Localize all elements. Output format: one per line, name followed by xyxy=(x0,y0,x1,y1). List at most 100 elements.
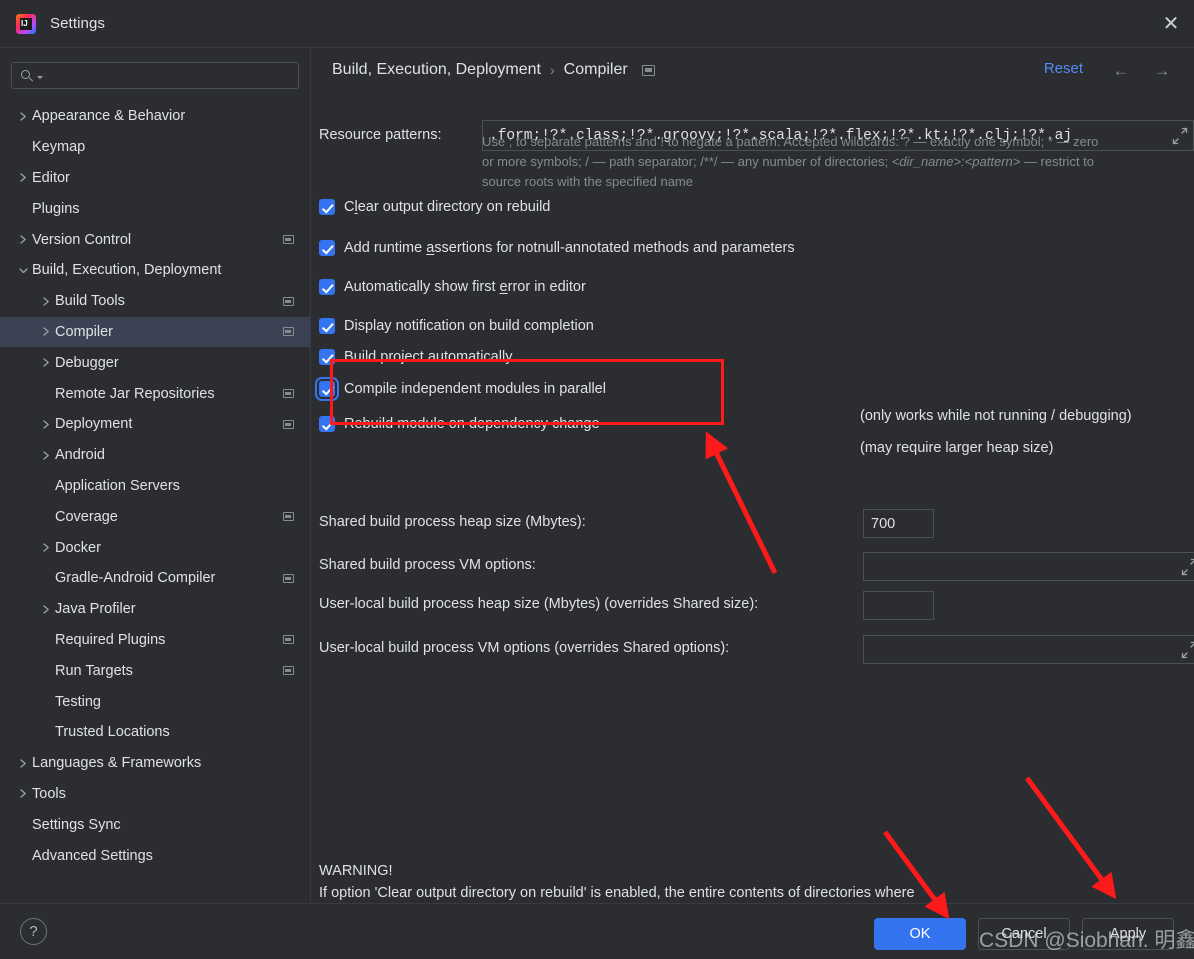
close-icon[interactable]: ✕ xyxy=(1148,0,1194,47)
sidebar-item-debugger[interactable]: Debugger xyxy=(0,347,310,378)
field-input[interactable] xyxy=(863,509,934,538)
checkbox-row[interactable]: Compile independent modules in parallel xyxy=(319,381,606,397)
search-icon xyxy=(21,69,35,83)
checkbox-row[interactable]: Add runtime assertions for notnull-annot… xyxy=(319,240,795,256)
checkbox-2[interactable] xyxy=(319,240,335,256)
sidebar-item-label: Languages & Frameworks xyxy=(32,755,202,772)
sidebar-item-label: Build, Execution, Deployment xyxy=(32,262,222,279)
breadcrumb-root[interactable]: Build, Execution, Deployment xyxy=(332,61,541,79)
chevron-right-icon[interactable] xyxy=(15,788,32,799)
chevron-right-icon[interactable] xyxy=(15,758,32,769)
sidebar-item-label: Build Tools xyxy=(55,293,125,310)
checkbox-label: Rebuild module on dependency change xyxy=(344,416,600,432)
sidebar-item-appearance-behavior[interactable]: Appearance & Behavior xyxy=(0,101,310,132)
sidebar-item-label: Application Servers xyxy=(55,477,180,494)
checkbox-row[interactable]: Rebuild module on dependency change xyxy=(319,416,600,432)
sidebar-item-version-control[interactable]: Version Control xyxy=(0,224,310,255)
hint-line-2c: — restrict to xyxy=(1020,154,1095,169)
sidebar-item-required-plugins[interactable]: Required Plugins xyxy=(0,625,310,656)
checkbox-3[interactable] xyxy=(319,279,335,295)
chevron-down-icon[interactable] xyxy=(15,266,32,275)
chevron-right-icon[interactable] xyxy=(38,326,55,337)
sidebar-item-tools[interactable]: Tools xyxy=(0,779,310,810)
sidebar-item-advanced-settings[interactable]: Advanced Settings xyxy=(0,840,310,871)
sidebar-item-languages-frameworks[interactable]: Languages & Frameworks xyxy=(0,748,310,779)
checkbox-7[interactable] xyxy=(319,416,335,432)
expand-editor-icon[interactable] xyxy=(1178,639,1194,661)
sidebar-item-build-execution-deployment[interactable]: Build, Execution, Deployment xyxy=(0,255,310,286)
note-only-works: (only works while not running / debuggin… xyxy=(860,408,1132,424)
expand-editor-icon[interactable] xyxy=(1178,556,1194,578)
settings-main-panel: Build, Execution, Deployment › Compiler … xyxy=(312,48,1194,903)
sidebar-item-label: Appearance & Behavior xyxy=(32,108,186,125)
chevron-right-icon[interactable] xyxy=(15,172,32,183)
sidebar-item-build-tools[interactable]: Build Tools xyxy=(0,286,310,317)
checkbox-row[interactable]: Clear output directory on rebuild xyxy=(319,199,550,215)
sidebar-item-label: Keymap xyxy=(32,139,86,156)
arrow-left-icon[interactable]: ← xyxy=(1109,61,1133,81)
field-input-wide[interactable] xyxy=(863,635,1194,664)
settings-dialog: IJ Settings ✕ Appearance & Behavior Keyma… xyxy=(0,0,1194,959)
reset-link[interactable]: Reset xyxy=(1044,60,1083,77)
compiler-settings-content: Resource patterns: Use ; to separate xyxy=(312,92,1194,903)
field-input-wide[interactable] xyxy=(863,552,1194,581)
resource-patterns-hint: Use ; to separate patterns and ! to nega… xyxy=(482,132,1194,192)
sidebar-item-label: Settings Sync xyxy=(32,816,121,833)
field-label: User-local build process heap size (Mbyt… xyxy=(319,596,759,612)
field-input[interactable] xyxy=(863,591,934,620)
sidebar-item-java-profiler[interactable]: Java Profiler xyxy=(0,594,310,625)
sidebar-item-label: Trusted Locations xyxy=(55,724,170,741)
field-input[interactable] xyxy=(864,640,1178,659)
search-input[interactable] xyxy=(43,67,298,84)
warning-line-1: If option 'Clear output directory on reb… xyxy=(319,885,915,901)
sidebar-item-label: Android xyxy=(55,447,105,464)
note-heap-size: (may require larger heap size) xyxy=(860,440,1054,456)
chevron-right-icon[interactable] xyxy=(38,357,55,368)
sidebar-item-run-targets[interactable]: Run Targets xyxy=(0,655,310,686)
ok-button[interactable]: OK xyxy=(874,918,966,950)
chevron-right-icon[interactable] xyxy=(15,234,32,245)
project-scope-icon xyxy=(283,635,294,645)
checkbox-6[interactable] xyxy=(319,381,335,397)
sidebar-item-editor[interactable]: Editor xyxy=(0,163,310,194)
sidebar-item-gradle-android-compiler[interactable]: Gradle-Android Compiler xyxy=(0,563,310,594)
checkbox-row[interactable]: Build project automatically xyxy=(319,349,512,365)
checkbox-4[interactable] xyxy=(319,318,335,334)
apply-button[interactable]: Apply xyxy=(1082,918,1174,950)
sidebar-item-keymap[interactable]: Keymap xyxy=(0,132,310,163)
chevron-right-icon[interactable] xyxy=(38,419,55,430)
checkbox-5[interactable] xyxy=(319,349,335,365)
breadcrumb-leaf: Compiler xyxy=(563,61,628,78)
project-scope-icon xyxy=(283,573,294,583)
checkbox-1[interactable] xyxy=(319,199,335,215)
checkbox-row[interactable]: Display notification on build completion xyxy=(319,318,594,334)
sidebar-item-android[interactable]: Android xyxy=(0,440,310,471)
chevron-right-icon[interactable] xyxy=(15,111,32,122)
chevron-right-icon[interactable] xyxy=(38,450,55,461)
sidebar-item-label: Debugger xyxy=(55,354,119,371)
sidebar-item-remote-jar-repositories[interactable]: Remote Jar Repositories xyxy=(0,378,310,409)
sidebar-item-deployment[interactable]: Deployment xyxy=(0,409,310,440)
field-input[interactable] xyxy=(864,557,1178,576)
checkbox-row[interactable]: Automatically show first error in editor xyxy=(319,279,586,295)
sidebar-item-trusted-locations[interactable]: Trusted Locations xyxy=(0,717,310,748)
chevron-right-icon[interactable] xyxy=(38,542,55,553)
sidebar-item-compiler[interactable]: Compiler xyxy=(0,316,310,348)
sidebar-item-docker[interactable]: Docker xyxy=(0,532,310,563)
settings-tree: Appearance & Behavior Keymap Editor Plugins… xyxy=(0,97,310,871)
chevron-right-icon[interactable] xyxy=(38,604,55,615)
sidebar-item-label: Docker xyxy=(55,539,101,556)
breadcrumb: Build, Execution, Deployment › Compiler … xyxy=(312,48,1194,92)
cancel-button[interactable]: Cancel xyxy=(978,918,1070,950)
sidebar-item-plugins[interactable]: Plugins xyxy=(0,193,310,224)
arrow-right-icon[interactable]: → xyxy=(1150,61,1174,81)
breadcrumb-separator: › xyxy=(550,62,555,78)
help-icon[interactable]: ? xyxy=(20,918,47,945)
chevron-right-icon[interactable] xyxy=(38,296,55,307)
project-scope-icon xyxy=(283,419,294,429)
sidebar-item-settings-sync[interactable]: Settings Sync xyxy=(0,809,310,840)
sidebar-item-coverage[interactable]: Coverage xyxy=(0,501,310,532)
search-box[interactable] xyxy=(11,62,299,89)
sidebar-item-application-servers[interactable]: Application Servers xyxy=(0,471,310,502)
sidebar-item-testing[interactable]: Testing xyxy=(0,686,310,717)
